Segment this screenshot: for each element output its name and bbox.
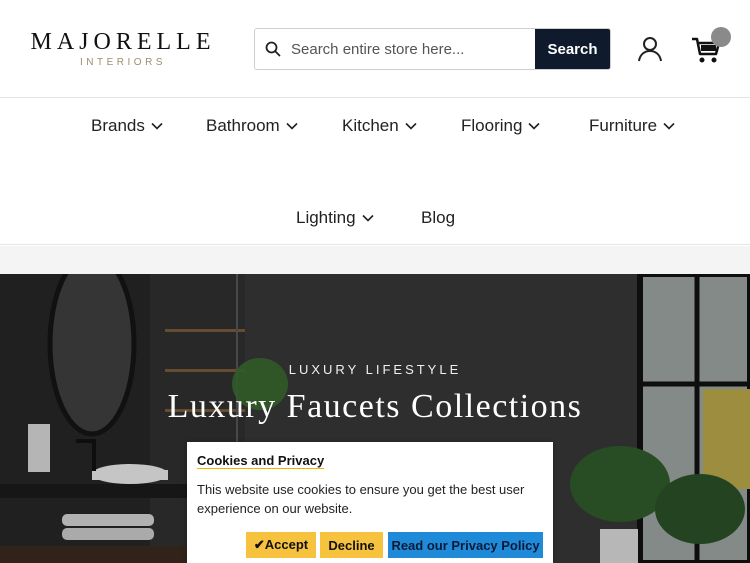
- hero-tagline: LUXURY LIFESTYLE: [288, 362, 462, 377]
- nav-item-label: Blog: [421, 208, 456, 227]
- nav-item-lighting[interactable]: Lighting: [296, 208, 374, 228]
- search-bar: Search: [254, 28, 611, 70]
- chevron-down-icon: [361, 214, 374, 222]
- section-divider: [0, 246, 750, 274]
- chevron-down-icon: [405, 122, 417, 130]
- logo-sub-text: INTERIORS: [80, 57, 166, 68]
- chevron-down-icon: [286, 122, 298, 130]
- logo-main-text: MAJORELLE: [30, 29, 216, 55]
- hero-title: Luxury Faucets Collections: [167, 388, 583, 425]
- search-icon: [255, 29, 291, 69]
- chevron-down-icon: [528, 122, 540, 130]
- nav-item-flooring[interactable]: Flooring: [461, 116, 540, 136]
- chevron-down-icon: [663, 122, 675, 130]
- cookie-message: This website use cookies to ensure you g…: [197, 482, 525, 516]
- nav-item-kitchen[interactable]: Kitchen: [342, 116, 417, 136]
- store-logo[interactable]: MAJORELLE INTERIORS: [18, 30, 228, 68]
- cookie-title: Cookies and Privacy: [197, 453, 325, 468]
- account-icon[interactable]: [636, 35, 664, 63]
- privacy-policy-button[interactable]: Read our Privacy Policy: [388, 532, 543, 558]
- search-button[interactable]: Search: [535, 29, 610, 69]
- nav-item-bathroom[interactable]: Bathroom: [206, 116, 298, 136]
- nav-item-furniture[interactable]: Furniture: [589, 116, 675, 136]
- nav-item-label: Brands: [91, 116, 145, 135]
- main-navigation: Brands Bathroom Kitchen Flooring Furnitu…: [0, 99, 750, 245]
- cookie-consent-dialog: Cookies and Privacy This website use coo…: [187, 442, 553, 563]
- nav-item-blog[interactable]: Blog: [421, 208, 455, 228]
- nav-item-label: Furniture: [589, 116, 658, 135]
- accept-cookies-button[interactable]: ✔Accept: [246, 532, 316, 558]
- site-header: MAJORELLE INTERIORS Search: [0, 0, 750, 98]
- nav-item-label: Bathroom: [206, 116, 280, 135]
- nav-item-label: Lighting: [296, 208, 356, 227]
- nav-item-brands[interactable]: Brands: [91, 116, 163, 136]
- nav-item-label: Kitchen: [342, 116, 399, 135]
- decline-cookies-button[interactable]: Decline: [320, 532, 383, 558]
- cart-count-badge: [711, 27, 731, 47]
- chevron-down-icon: [151, 122, 163, 130]
- search-input[interactable]: [291, 29, 535, 69]
- nav-item-label: Flooring: [461, 116, 523, 135]
